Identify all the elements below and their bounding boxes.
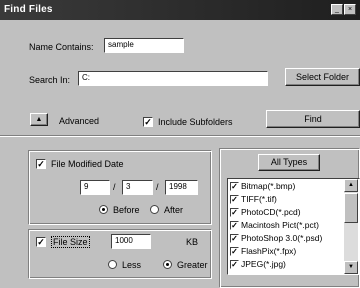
type-checkbox[interactable]: ✓ xyxy=(230,247,239,256)
type-label: TIFF(*.tif) xyxy=(241,194,277,204)
after-label: After xyxy=(164,205,184,215)
title-bar: Find Files _ × xyxy=(0,0,360,20)
include-subfolders-checkbox[interactable]: ✓ xyxy=(143,117,153,127)
find-files-window: Find Files _ × Name Contains: sample Sea… xyxy=(0,0,360,288)
search-in-label: Search In: xyxy=(29,75,71,85)
type-checkbox[interactable]: ✓ xyxy=(230,208,239,217)
type-label: PhotoCD(*.pcd) xyxy=(241,207,301,217)
file-modified-date-label: File Modified Date xyxy=(51,159,124,169)
day-input[interactable]: 3 xyxy=(122,180,153,195)
file-size-checkbox[interactable]: ✓ xyxy=(36,237,46,247)
type-checkbox[interactable]: ✓ xyxy=(230,195,239,204)
find-button[interactable]: Find xyxy=(266,110,360,128)
less-label: Less xyxy=(122,260,142,270)
include-subfolders-label: Include Subfolders xyxy=(158,117,233,127)
scroll-up-icon[interactable]: ▲ xyxy=(344,179,358,192)
scroll-down-icon[interactable]: ▼ xyxy=(344,261,358,274)
month-input[interactable]: 9 xyxy=(80,180,110,195)
date-separator: / xyxy=(113,182,116,192)
name-contains-label: Name Contains: xyxy=(29,42,94,52)
type-label: Macintosh Pict(*.pct) xyxy=(241,220,319,230)
date-separator: / xyxy=(156,182,159,192)
type-checkbox[interactable]: ✓ xyxy=(230,260,239,269)
type-checkbox[interactable]: ✓ xyxy=(230,182,239,191)
advanced-label: Advanced xyxy=(59,116,100,126)
before-label: Before xyxy=(113,205,140,215)
file-size-label: File Size xyxy=(51,236,90,248)
minimize-button[interactable]: _ xyxy=(331,4,343,15)
type-checkbox[interactable]: ✓ xyxy=(230,234,239,243)
after-radio[interactable] xyxy=(150,205,159,214)
select-folder-button[interactable]: Select Folder xyxy=(285,68,360,86)
type-label: Bitmap(*.bmp) xyxy=(241,181,296,191)
search-in-input[interactable]: C: xyxy=(78,71,268,86)
advanced-toggle-button[interactable]: ▲ xyxy=(30,113,48,126)
greater-radio[interactable] xyxy=(163,260,172,269)
all-types-button[interactable]: All Types xyxy=(258,154,320,171)
greater-label: Greater xyxy=(177,260,208,270)
scroll-thumb[interactable] xyxy=(344,193,358,223)
divider xyxy=(0,135,360,137)
year-input[interactable]: 1998 xyxy=(165,180,198,195)
size-unit-label: KB xyxy=(186,237,199,247)
type-checkbox[interactable]: ✓ xyxy=(230,221,239,230)
type-label: FlashPix(*.fpx) xyxy=(241,246,297,256)
close-button[interactable]: × xyxy=(344,4,356,15)
file-size-input[interactable]: 1000 xyxy=(111,234,151,249)
type-label: JPEG(*.jpg) xyxy=(241,259,286,269)
before-radio[interactable] xyxy=(99,205,108,214)
file-modified-date-checkbox[interactable]: ✓ xyxy=(36,159,46,169)
less-radio[interactable] xyxy=(108,260,117,269)
type-label: PhotoShop 3.0(*.psd) xyxy=(241,233,323,243)
window-title: Find Files xyxy=(4,4,53,15)
collapse-arrow-icon: ▲ xyxy=(35,116,43,123)
list-scrollbar[interactable]: ▲ ▼ xyxy=(344,179,358,274)
file-types-list[interactable]: ✓ Bitmap(*.bmp) ✓ TIFF(*.tif) ✓ PhotoCD(*.p… xyxy=(227,178,360,275)
name-contains-input[interactable]: sample xyxy=(104,38,184,53)
